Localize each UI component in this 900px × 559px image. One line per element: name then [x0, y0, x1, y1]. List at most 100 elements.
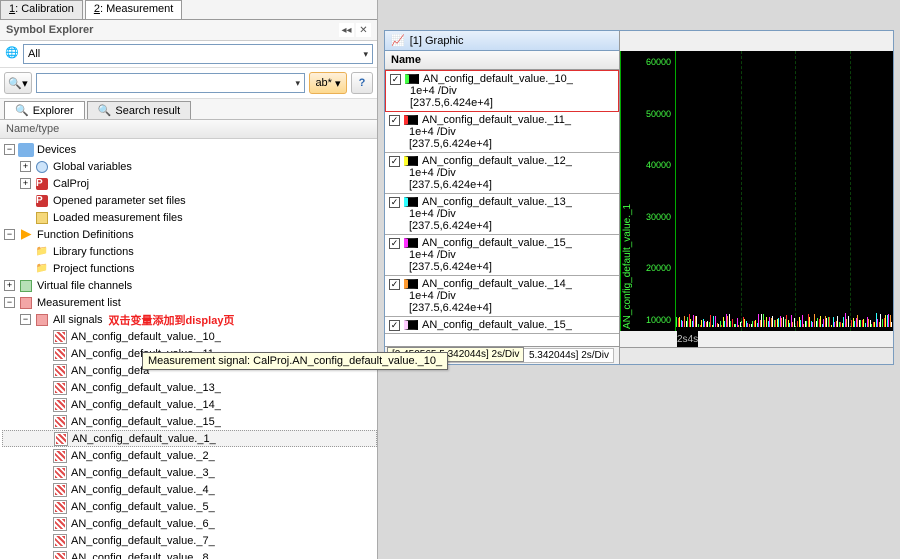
tree-node-measurement-list[interactable]: −Measurement list: [2, 294, 377, 311]
checkbox-icon[interactable]: ✓: [389, 156, 400, 167]
color-swatch: [404, 197, 418, 207]
signal-icon: [53, 398, 67, 412]
graphic-list-item[interactable]: ✓AN_config_default_value._14_1e+4 /Div[2…: [385, 276, 619, 317]
checkbox-icon[interactable]: ✓: [390, 74, 401, 85]
tree-node-all-signals[interactable]: −All signals双击变量添加到display页: [2, 311, 377, 328]
plot-area[interactable]: AN_config_default_value._1 6000050000400…: [620, 51, 893, 331]
signal-icon: [53, 449, 67, 463]
signal-icon: [53, 500, 67, 514]
sub-tabstrip: 🔍 Explorer 🔍 Search result: [0, 99, 377, 120]
color-swatch: [404, 238, 418, 248]
signal-icon: [53, 364, 67, 378]
plot-horizontal-scrollbar[interactable]: [620, 347, 893, 364]
function-icon: [21, 229, 32, 240]
tree-node-opened-param[interactable]: POpened parameter set files: [2, 192, 377, 209]
tree-signal-row[interactable]: AN_config_default_value._5_: [2, 498, 377, 515]
signal-icon: [54, 432, 68, 446]
graphic-list-body: ✓AN_config_default_value._10_1e+4 /Div[2…: [385, 70, 619, 346]
graphic-column-name[interactable]: Name: [385, 51, 619, 70]
tree-signal-row[interactable]: AN_config_default_value._6_: [2, 515, 377, 532]
tree-node-devices[interactable]: −Devices: [2, 141, 377, 158]
graphic-window: 📈 [1] Graphic Name ✓AN_config_default_va…: [384, 30, 894, 365]
graphic-list-item[interactable]: ✓AN_config_default_value._15_: [385, 317, 619, 334]
signal-icon: [53, 534, 67, 548]
tree-node-calproj[interactable]: +PCalProj: [2, 175, 377, 192]
tab-measurement[interactable]: 2: Measurement: [85, 0, 183, 19]
window-close-icon[interactable]: ✕: [356, 23, 371, 37]
plot-noise: [676, 311, 893, 327]
chart-icon: 📈: [391, 34, 405, 47]
tree-signal-row[interactable]: AN_config_default_value._3_: [2, 464, 377, 481]
channel-icon: [20, 280, 32, 292]
tree-node-lib-fn[interactable]: 📁Library functions: [2, 243, 377, 260]
signal-icon: [53, 517, 67, 531]
search-button[interactable]: 🔍▾: [4, 72, 32, 94]
right-panel: 📈 [1] Graphic Name ✓AN_config_default_va…: [378, 0, 900, 559]
window-rewind-icon[interactable]: ◂◂: [339, 23, 354, 37]
color-swatch: [404, 156, 418, 166]
signal-icon: [53, 415, 67, 429]
color-swatch: [404, 320, 418, 330]
filter-row: 🔍▾ ab* ▾ ?: [0, 68, 377, 99]
subtab-explorer[interactable]: 🔍 Explorer: [4, 101, 85, 119]
signal-icon: [53, 483, 67, 497]
tree-node-proj-fn[interactable]: 📁Project functions: [2, 260, 377, 277]
x-axis: 2s4s: [677, 331, 698, 347]
graphic-list-item[interactable]: ✓AN_config_default_value._13_1e+4 /Div[2…: [385, 194, 619, 235]
tree-signal-row[interactable]: AN_config_default_value._10_: [2, 328, 377, 345]
column-header-name[interactable]: Name/type: [0, 120, 377, 139]
graphic-signal-list: 📈 [1] Graphic Name ✓AN_config_default_va…: [385, 31, 620, 364]
tree-signal-row[interactable]: AN_config_default_value._8_: [2, 549, 377, 559]
signal-tooltip: Measurement signal: CalProj.AN_config_de…: [142, 352, 448, 370]
checkbox-icon[interactable]: ✓: [389, 115, 400, 126]
tree-signal-row[interactable]: AN_config_default_value._1_: [2, 430, 377, 447]
tree-node-virtual-channels[interactable]: +Virtual file channels: [2, 277, 377, 294]
tree-signal-row[interactable]: AN_config_default_value._7_: [2, 532, 377, 549]
checkbox-icon[interactable]: ✓: [389, 238, 400, 249]
left-panel: 1: Calibration 2: Measurement Symbol Exp…: [0, 0, 378, 559]
graphic-list-item[interactable]: ✓AN_config_default_value._12_1e+4 /Div[2…: [385, 153, 619, 194]
folder-icon: 📁: [34, 262, 50, 276]
color-swatch: [405, 74, 419, 84]
subtab-search-result[interactable]: 🔍 Search result: [87, 101, 192, 119]
checkbox-icon[interactable]: ✓: [389, 320, 400, 331]
measurement-file-icon: [36, 212, 48, 224]
tree-signal-row[interactable]: AN_config_default_value._4_: [2, 481, 377, 498]
signal-icon: [53, 347, 67, 361]
symbol-tree: −Devices +Global variables +PCalProj POp…: [0, 139, 377, 559]
checkbox-icon[interactable]: ✓: [389, 197, 400, 208]
graphic-list-item[interactable]: ✓AN_config_default_value._11_1e+4 /Div[2…: [385, 112, 619, 153]
checkbox-icon[interactable]: ✓: [389, 279, 400, 290]
tree-signal-row[interactable]: AN_config_default_value._13_: [2, 379, 377, 396]
signal-icon: [53, 381, 67, 395]
scope-combo[interactable]: All: [23, 44, 373, 64]
tree-signal-row[interactable]: AN_config_default_value._15_: [2, 413, 377, 430]
tree-node-global-vars[interactable]: +Global variables: [2, 158, 377, 175]
help-button[interactable]: ?: [351, 72, 373, 94]
signal-icon: [53, 330, 67, 344]
graphic-window-header[interactable]: 📈 [1] Graphic: [385, 31, 619, 51]
device-icon: [18, 143, 34, 157]
tab-calibration[interactable]: 1: Calibration: [0, 0, 83, 19]
graphic-list-item[interactable]: ✓AN_config_default_value._10_1e+4 /Div[2…: [385, 70, 619, 112]
folder-icon: 📁: [34, 245, 50, 259]
project-icon: P: [36, 178, 48, 190]
signal-icon: [53, 466, 67, 480]
plot-canvas[interactable]: [676, 51, 893, 331]
signal-icon: [53, 551, 67, 559]
color-swatch: [404, 279, 418, 289]
tree-signal-row[interactable]: AN_config_default_value._2_: [2, 447, 377, 464]
graphic-list-item[interactable]: ✓AN_config_default_value._15_1e+4 /Div[2…: [385, 235, 619, 276]
tree-signal-row[interactable]: AN_config_default_value._14_: [2, 396, 377, 413]
main-tabstrip: 1: Calibration 2: Measurement: [0, 0, 377, 20]
measurement-list-icon: [20, 297, 32, 309]
filter-input[interactable]: [36, 73, 305, 93]
ab-filter-button[interactable]: ab* ▾: [309, 72, 347, 94]
tree-node-loaded-meas[interactable]: Loaded measurement files: [2, 209, 377, 226]
y-axis-label: AN_config_default_value._1: [620, 51, 634, 331]
symbol-explorer-title: Symbol Explorer: [6, 24, 339, 36]
filter-combo-row: 🌐 All: [0, 41, 377, 68]
globe-icon: 🌐: [4, 46, 20, 62]
globe-icon: [34, 160, 50, 174]
tree-node-func-def[interactable]: −Function Definitions: [2, 226, 377, 243]
